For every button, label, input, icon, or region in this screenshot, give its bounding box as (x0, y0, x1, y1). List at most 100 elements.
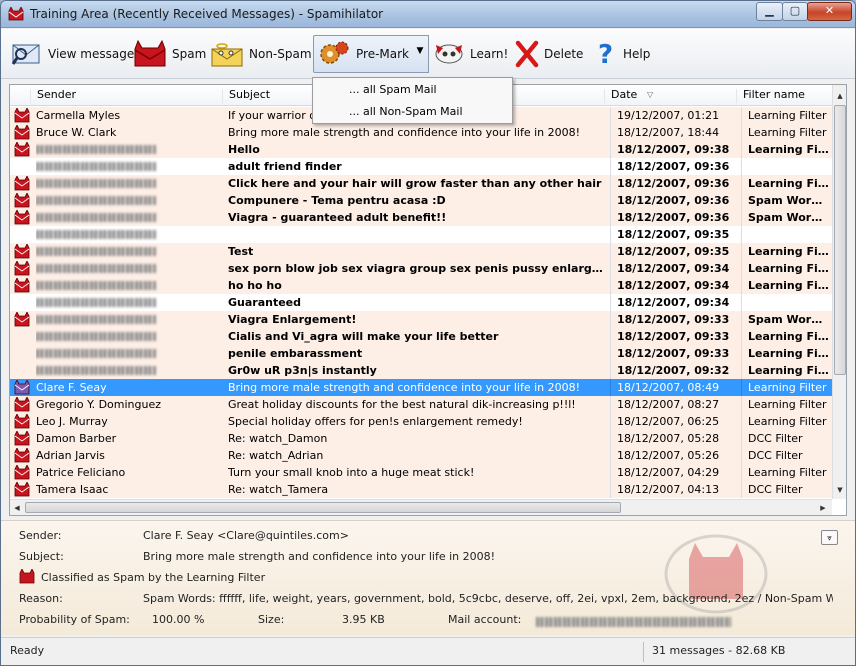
table-row[interactable]: sex porn blow job sex viagra group sex p… (10, 260, 832, 277)
table-row[interactable]: Adrian Jarvis Re: watch_Adrian 18/12/2007,… (10, 447, 832, 464)
subject-label: Subject: (19, 550, 64, 563)
row-filter: Learning Filter (741, 413, 829, 430)
sender-value: Clare F. Seay <Clare@quintiles.com> (143, 529, 349, 542)
row-filter (741, 158, 829, 175)
table-row[interactable]: Gr0w uR p3n|s instantly 18/12/2007, 09:32… (10, 362, 832, 379)
column-sender[interactable]: Sender (30, 89, 226, 103)
spam-button[interactable]: Spam (133, 35, 206, 73)
horizontal-scroll-thumb[interactable] (25, 502, 621, 513)
table-row[interactable]: Guaranteed 18/12/2007, 09:34 (10, 294, 832, 311)
horizontal-scrollbar[interactable]: ◀ ▶ (10, 499, 832, 515)
table-row[interactable]: Cialis and Vi_agra will make your life b… (10, 328, 832, 345)
table-row[interactable]: ho ho ho 18/12/2007, 09:34 Learning Filter (10, 277, 832, 294)
row-date: 19/12/2007, 01:21 (610, 107, 738, 124)
table-row[interactable]: adult friend finder 18/12/2007, 09:36 (10, 158, 832, 175)
pre-mark-button[interactable]: Pre-Mark (313, 35, 416, 73)
row-date: 18/12/2007, 09:36 (610, 175, 738, 192)
table-row[interactable]: Hello 18/12/2007, 09:38 Learning Filter (10, 141, 832, 158)
column-filter[interactable]: Filter name (736, 89, 832, 103)
row-filter: Spam Word Fil... (741, 192, 829, 209)
scroll-up-icon[interactable]: ▲ (834, 89, 846, 103)
table-row[interactable]: Clare F. Seay Bring more male strength an… (10, 379, 832, 396)
view-message-label: View message (48, 47, 135, 61)
column-date[interactable]: Date ▽ (604, 89, 738, 103)
help-question-icon: ? (598, 40, 613, 68)
table-row[interactable]: penile embarassment 18/12/2007, 09:33 Lear… (10, 345, 832, 362)
table-row[interactable]: Patrice Feliciano Turn your small knob in… (10, 464, 832, 481)
table-row[interactable]: Click here and your hair will grow faste… (10, 175, 832, 192)
row-date-text: 19/12/2007, 01:21 (617, 109, 720, 122)
row-sender (36, 311, 224, 329)
spam-devil-icon (14, 124, 30, 140)
spam-devil-icon (14, 141, 30, 157)
classified-devil-icon (19, 568, 35, 587)
close-button[interactable]: ✕ (807, 2, 852, 21)
table-row[interactable]: Tamera Isaac Re: watch_Tamera 18/12/2007, … (10, 481, 832, 498)
vertical-scroll-thumb[interactable] (834, 105, 846, 375)
delete-button[interactable]: Delete (515, 35, 583, 73)
row-filter (741, 294, 829, 311)
help-label: Help (623, 47, 651, 61)
table-row[interactable]: Gregorio Y. Dominguez Great holiday disco… (10, 396, 832, 413)
row-date: 18/12/2007, 09:32 (610, 362, 738, 379)
spam-devil-icon (14, 447, 30, 463)
table-row[interactable]: Compunere - Tema pentru acasa :D 18/12/20… (10, 192, 832, 209)
row-date: 18/12/2007, 09:35 (610, 243, 738, 260)
scroll-right-icon[interactable]: ▶ (818, 501, 828, 515)
table-row[interactable]: Damon Barber Re: watch_Damon 18/12/2007, 0… (10, 430, 832, 447)
collapse-details-button[interactable]: ⩔ (821, 530, 838, 545)
minimize-button[interactable]: ▁ (756, 2, 783, 21)
row-date-text: 18/12/2007, 09:33 (617, 313, 730, 326)
row-subject: Hello (228, 143, 260, 156)
row-date: 18/12/2007, 05:28 (610, 430, 738, 447)
row-date-text: 18/12/2007, 04:29 (617, 466, 720, 479)
row-date: 18/12/2007, 09:36 (610, 158, 738, 175)
help-button[interactable]: ? Help (596, 35, 650, 73)
row-subject: Bring more male strength and confidence … (228, 381, 581, 394)
non-spam-button[interactable]: Non-Spam (210, 35, 312, 73)
table-row[interactable]: Viagra Enlargement! 18/12/2007, 09:33 Spam… (10, 311, 832, 328)
row-sender (36, 345, 224, 363)
view-message-button[interactable]: View message (11, 35, 134, 73)
row-subject: Cialis and Vi_agra will make your life b… (228, 330, 499, 343)
table-row[interactable]: Test 18/12/2007, 09:35 Learning Filter (10, 243, 832, 260)
menu-item-all-non-spam[interactable]: ... all Non-Spam Mail (315, 101, 510, 122)
scroll-down-icon[interactable]: ▼ (834, 483, 846, 497)
spam-label: Spam (172, 47, 207, 61)
learn-button[interactable]: Learn! (433, 35, 508, 73)
table-row[interactable]: 18/12/2007, 09:35 (10, 226, 832, 243)
row-date-text: 18/12/2007, 09:34 (617, 262, 730, 275)
maximize-button[interactable]: ▢ (782, 2, 808, 21)
vertical-scrollbar[interactable]: ▲ ▼ (832, 85, 846, 499)
menu-item-all-spam[interactable]: ... all Spam Mail (315, 79, 510, 100)
title-bar[interactable]: Training Area (Recently Received Message… (1, 1, 855, 28)
row-date-text: 18/12/2007, 06:25 (617, 415, 720, 428)
redacted-sender (36, 366, 156, 375)
row-date-text: 18/12/2007, 09:35 (617, 245, 730, 258)
row-filter-text: DCC Filter (748, 449, 803, 462)
row-filter-text (742, 228, 748, 241)
row-date: 18/12/2007, 05:26 (610, 447, 738, 464)
row-sender (36, 226, 224, 244)
row-subject: Guaranteed (228, 296, 302, 309)
row-filter-text: Spam Word Fil... (748, 194, 829, 207)
row-subject: Viagra Enlargement! (228, 313, 357, 326)
row-sender (36, 277, 224, 295)
row-date-text: 18/12/2007, 08:49 (617, 381, 720, 394)
pre-mark-label: Pre-Mark (356, 47, 409, 61)
row-filter-text: Learning Filter (748, 177, 829, 190)
table-row[interactable]: Bruce W. Clark Bring more male strength a… (10, 124, 832, 141)
row-subject: Re: watch_Damon (228, 432, 328, 445)
status-separator (643, 642, 644, 662)
row-sender (36, 362, 224, 380)
message-rows: Carmella Myles If your warrior of 19/12/20… (10, 107, 832, 498)
pre-mark-dropdown-button[interactable]: ▼ (412, 35, 429, 73)
table-row[interactable]: Viagra - guaranteed adult benefit!! 18/12… (10, 209, 832, 226)
table-row[interactable]: Leo J. Murray Special holiday offers for … (10, 413, 832, 430)
chevron-double-down-icon: ⩔ (827, 533, 832, 542)
row-date: 18/12/2007, 04:29 (610, 464, 738, 481)
scroll-left-icon[interactable]: ◀ (12, 501, 22, 515)
row-subject: adult friend finder (228, 160, 342, 173)
row-sender (36, 175, 224, 193)
row-filter-text: DCC Filter (748, 432, 803, 445)
